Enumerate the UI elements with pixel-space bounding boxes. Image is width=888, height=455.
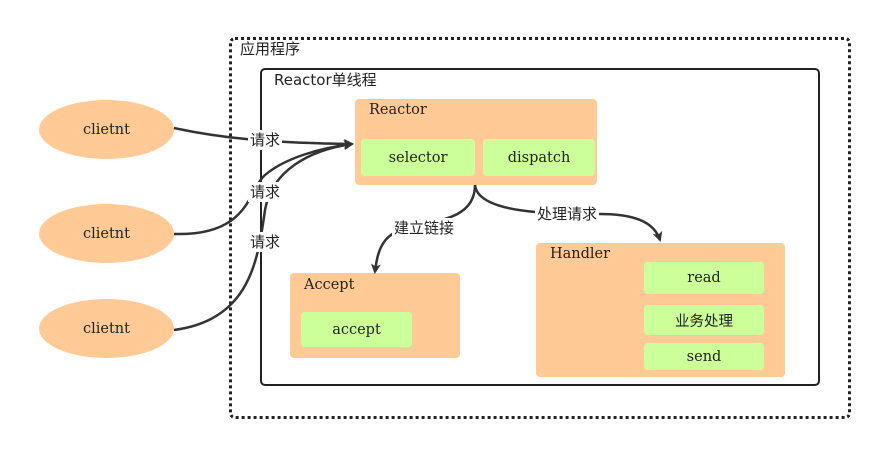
request-label-3: 请求 [248,232,283,252]
request-label-2: 请求 [248,182,283,202]
request-label-1: 请求 [248,130,283,150]
process-request-label: 处理请求 [535,204,600,224]
build-link-label: 建立链接 [392,218,457,238]
